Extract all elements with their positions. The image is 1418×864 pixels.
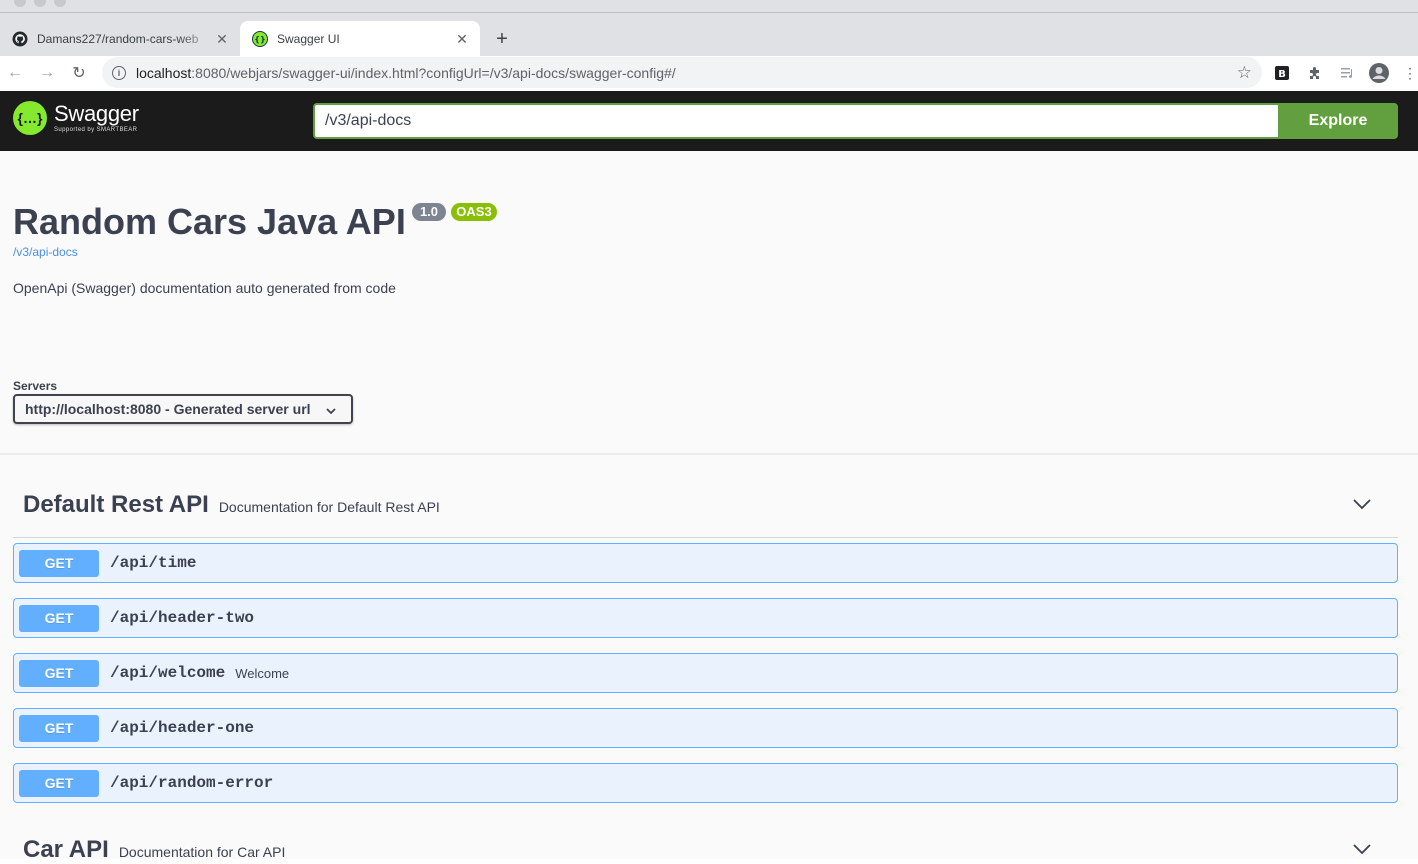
url-path: :8080/webjars/swagger-ui/index.html?conf… xyxy=(191,64,676,81)
operation-get-api-random-error[interactable]: GET /api/random-error xyxy=(13,763,1398,803)
operation-get-api-time[interactable]: GET /api/time xyxy=(13,543,1398,583)
forward-arrow-icon[interactable]: → xyxy=(35,61,59,85)
operation-path: /api/header-one xyxy=(110,719,255,737)
chevron-down-icon xyxy=(326,408,336,415)
swagger-logo[interactable]: {…} Swagger Supported by SMARTBEAR xyxy=(13,101,139,135)
swagger-icon: {} xyxy=(252,31,268,47)
address-url: localhost:8080/webjars/swagger-ui/index.… xyxy=(136,65,676,81)
operation-path: /api/random-error xyxy=(110,774,274,792)
operation-path: /api/time xyxy=(110,554,197,572)
tag-description: Documentation for Car API xyxy=(118,844,286,860)
operation-summary: Welcome xyxy=(235,665,290,681)
api-description: OpenApi (Swagger) documentation auto gen… xyxy=(13,280,396,296)
tag-divider xyxy=(13,537,1398,538)
version-badge: 1.0 xyxy=(412,203,446,221)
swagger-logo-icon: {…} xyxy=(13,101,47,135)
extensions-puzzle-icon[interactable] xyxy=(1305,63,1325,83)
main-content: Random Cars Java API 1.0 OAS3 /v3/api-do… xyxy=(0,151,1418,863)
tab-title: Damans227/random-cars-web xyxy=(37,32,199,46)
section-divider xyxy=(0,453,1418,455)
operation-path: /api/welcome xyxy=(110,664,226,682)
server-select-value: http://localhost:8080 - Generated server… xyxy=(25,401,311,417)
tag-name: Default Rest API xyxy=(23,491,209,518)
operation-get-api-welcome[interactable]: GET /api/welcome Welcome xyxy=(13,653,1398,693)
window-titlebar xyxy=(0,0,1418,12)
bookmark-star-icon[interactable]: ☆ xyxy=(1237,63,1252,83)
method-badge: GET xyxy=(19,769,99,797)
close-tab-icon[interactable]: ✕ xyxy=(214,31,230,47)
spec-link[interactable]: /v3/api-docs xyxy=(13,245,78,259)
close-window-dot[interactable] xyxy=(14,0,26,7)
tag-description: Documentation for Default Rest API xyxy=(218,499,440,515)
method-badge: GET xyxy=(19,604,99,632)
operation-get-api-header-one[interactable]: GET /api/header-one xyxy=(13,708,1398,748)
browser-menu-icon[interactable]: ⋮ xyxy=(1400,63,1418,83)
tag-header-default-rest-api[interactable]: Default Rest API Documentation for Defau… xyxy=(23,491,440,519)
svg-text:{}: {} xyxy=(254,35,265,44)
tag-header-car-api[interactable]: Car API Documentation for Car API xyxy=(23,836,285,864)
browser-toolbar: ← → ↻ i localhost:8080/webjars/swagger-u… xyxy=(0,56,1418,91)
chevron-down-icon[interactable] xyxy=(1351,497,1373,511)
oas-badge: OAS3 xyxy=(451,203,497,221)
github-icon xyxy=(12,31,28,47)
swagger-brand: Swagger xyxy=(54,101,139,126)
server-select[interactable]: http://localhost:8080 - Generated server… xyxy=(13,394,353,424)
spec-url-input[interactable] xyxy=(313,103,1279,139)
minimize-window-dot[interactable] xyxy=(34,0,46,7)
swagger-topbar: {…} Swagger Supported by SMARTBEAR Explo… xyxy=(0,91,1418,151)
tab-strip: Damans227/random-cars-web ✕ {} Swagger U… xyxy=(0,12,1418,57)
url-host: localhost xyxy=(136,64,192,81)
close-tab-icon[interactable]: ✕ xyxy=(454,31,470,47)
api-title: Random Cars Java API xyxy=(13,201,406,242)
new-tab-button[interactable]: + xyxy=(490,27,514,51)
reload-icon[interactable]: ↻ xyxy=(67,61,91,85)
swagger-brand-sub: Supported by SMARTBEAR xyxy=(54,127,138,133)
operation-get-api-header-two[interactable]: GET /api/header-two xyxy=(13,598,1398,638)
svg-text:B: B xyxy=(1278,69,1286,80)
maximize-window-dot[interactable] xyxy=(54,0,66,7)
tab-swagger-ui[interactable]: {} Swagger UI ✕ xyxy=(240,21,480,57)
method-badge: GET xyxy=(19,714,99,742)
operation-path: /api/header-two xyxy=(110,609,255,627)
tab-github[interactable]: Damans227/random-cars-web ✕ xyxy=(0,21,240,57)
media-queue-icon[interactable] xyxy=(1338,63,1358,83)
method-badge: GET xyxy=(19,659,99,687)
address-bar[interactable]: i localhost:8080/webjars/swagger-ui/inde… xyxy=(102,57,1262,88)
chevron-down-icon[interactable] xyxy=(1351,842,1373,856)
servers-label: Servers xyxy=(13,379,58,393)
site-info-icon[interactable]: i xyxy=(112,65,126,80)
profile-avatar-icon[interactable] xyxy=(1368,62,1390,84)
tab-title: Swagger UI xyxy=(277,32,340,46)
tag-name: Car API xyxy=(23,836,109,863)
back-arrow-icon[interactable]: ← xyxy=(3,61,27,85)
explore-button[interactable]: Explore xyxy=(1278,103,1398,139)
extension-b-icon[interactable]: B xyxy=(1272,63,1292,83)
method-badge: GET xyxy=(19,549,99,577)
